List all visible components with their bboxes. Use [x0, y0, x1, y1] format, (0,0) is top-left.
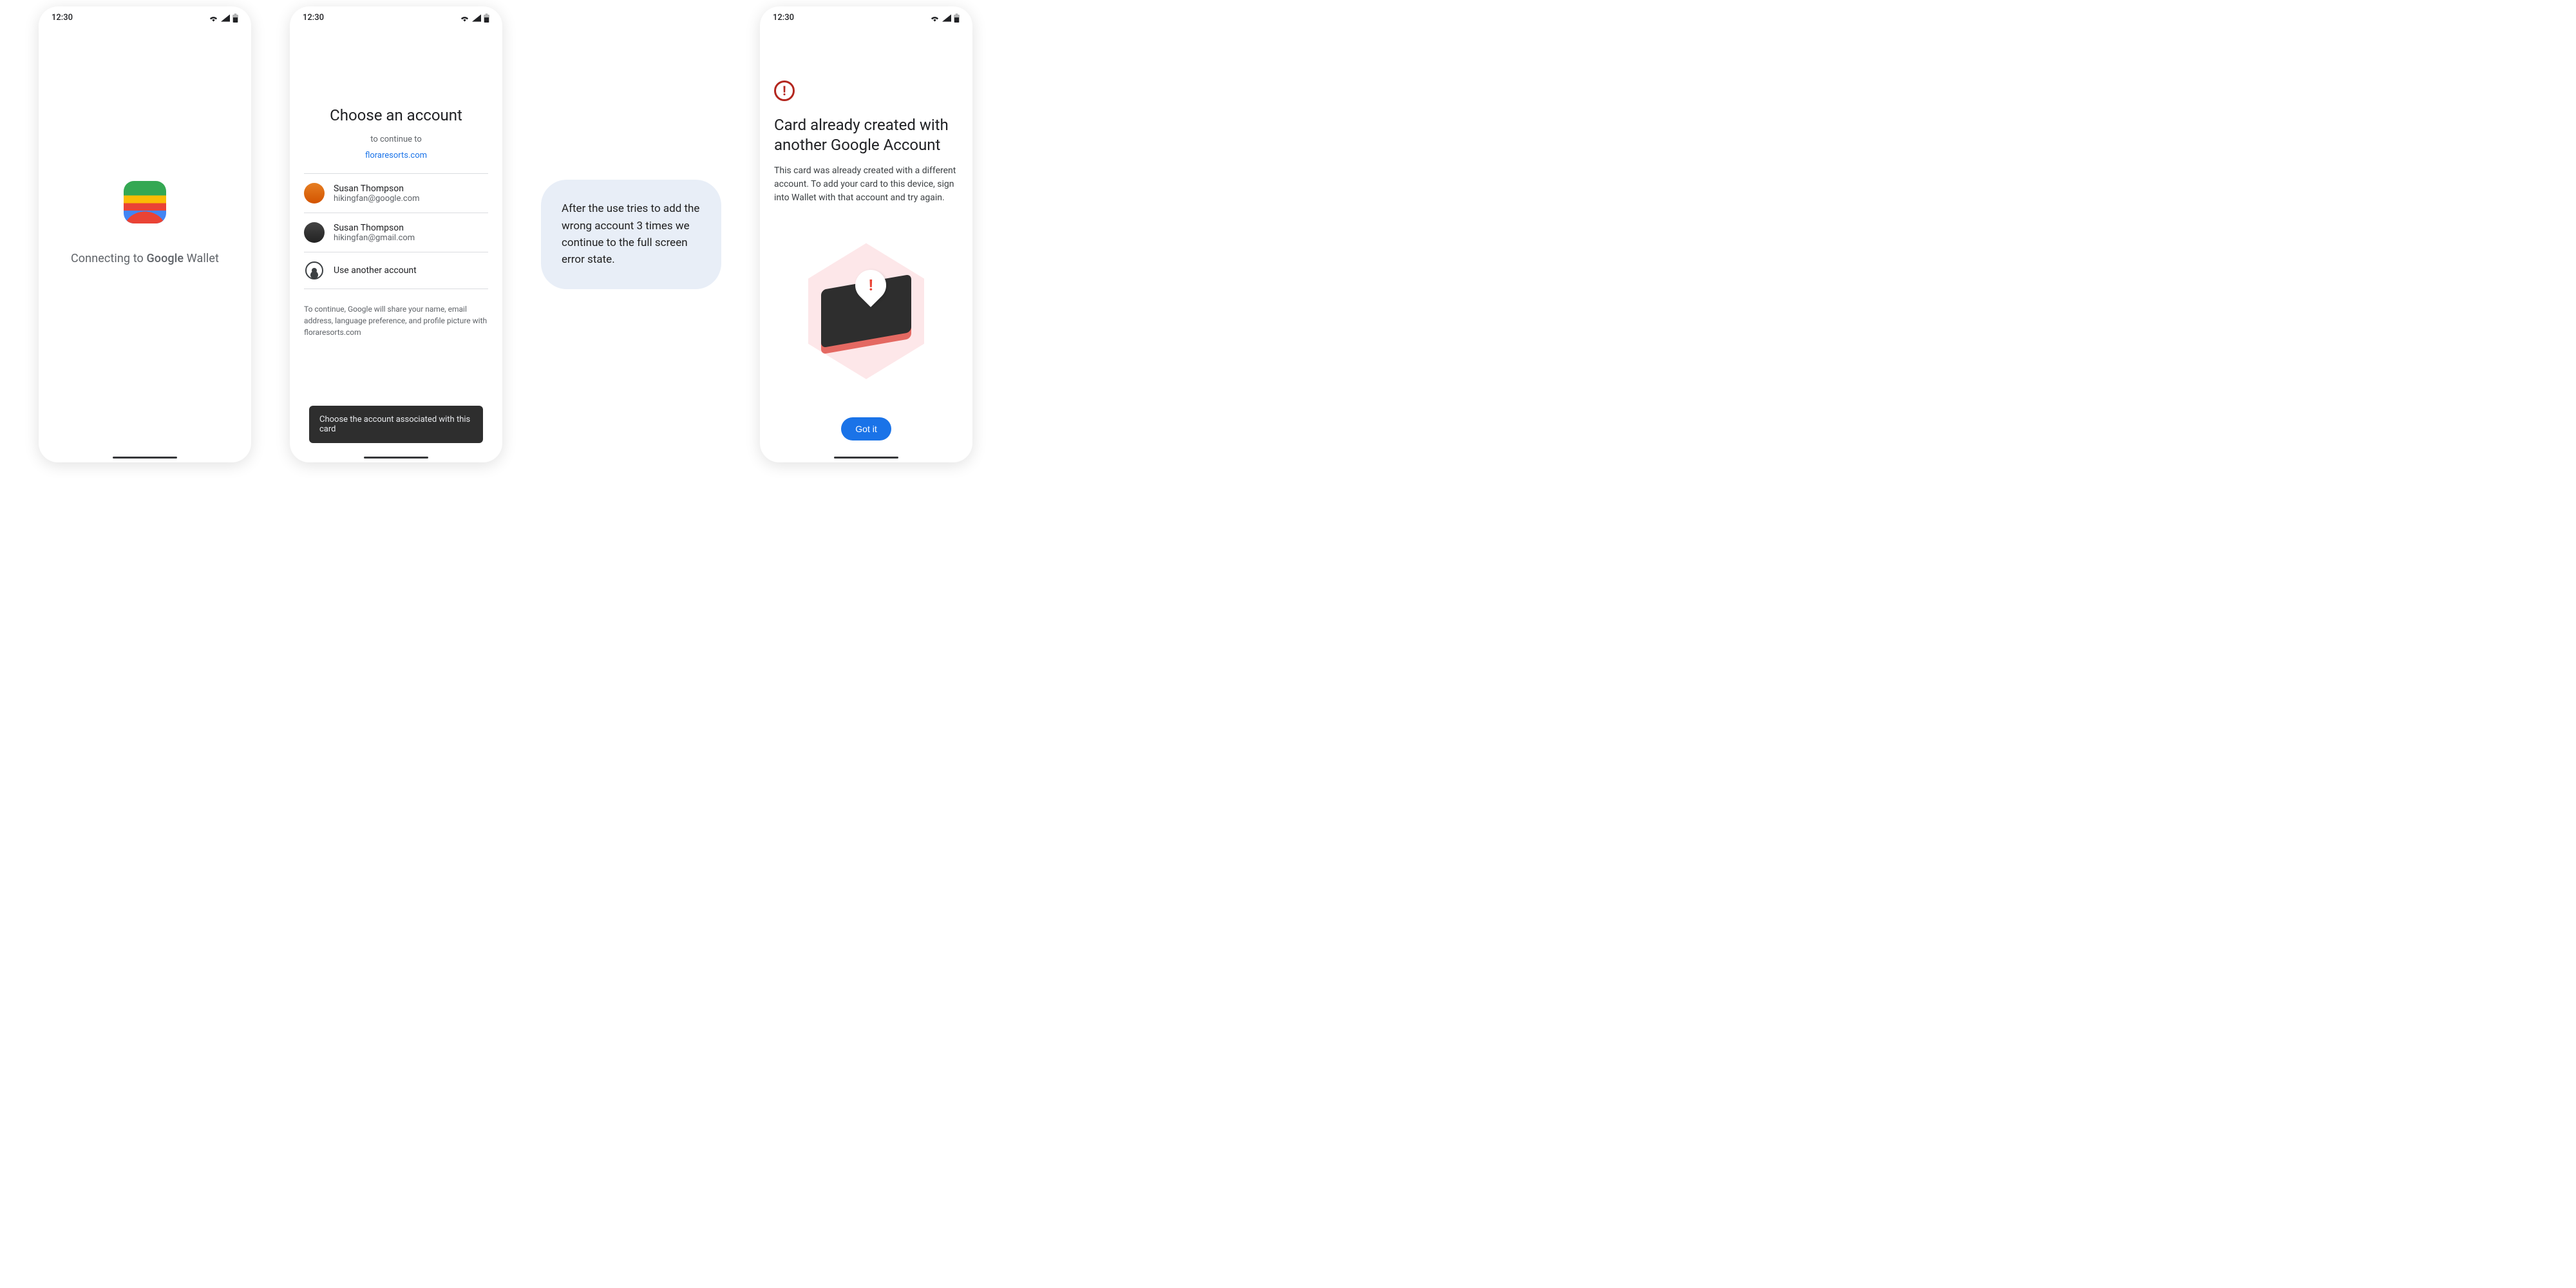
avatar — [304, 222, 325, 243]
phone-error-state: 12:30 ! Card already created with anothe… — [760, 6, 972, 462]
battery-icon — [484, 14, 489, 23]
person-icon — [305, 261, 323, 279]
home-indicator — [364, 457, 428, 459]
home-indicator — [834, 457, 898, 459]
alert-icon: ! — [774, 80, 795, 101]
google-wallet-icon — [124, 181, 166, 223]
error-title: Card already created with another Google… — [774, 115, 958, 155]
phone-choose-account: 12:30 Choose an account to continue to f… — [290, 6, 502, 462]
account-row[interactable]: Susan Thompson hikingfan@google.com — [304, 173, 488, 213]
account-name: Susan Thompson — [334, 184, 420, 194]
account-email: hikingfan@google.com — [334, 194, 420, 204]
toast-message: Choose the account associated with this … — [309, 406, 483, 443]
account-email: hikingfan@gmail.com — [334, 233, 415, 243]
wifi-icon — [930, 14, 940, 22]
account-list: Susan Thompson hikingfan@google.com Susa… — [304, 173, 488, 289]
status-icons — [460, 14, 489, 23]
phone-connecting: 12:30 Connecting to Google Wallet — [39, 6, 251, 462]
share-disclaimer: To continue, Google will share your name… — [304, 303, 488, 338]
status-icons — [930, 14, 960, 23]
error-illustration: ! — [774, 205, 958, 417]
cellular-icon — [942, 14, 951, 22]
cellular-icon — [472, 14, 481, 22]
home-indicator — [113, 457, 177, 459]
status-bar: 12:30 — [290, 6, 502, 23]
account-name: Susan Thompson — [334, 223, 415, 233]
use-another-account-label: Use another account — [334, 265, 417, 276]
battery-icon — [954, 14, 960, 23]
status-time: 12:30 — [773, 13, 794, 23]
choose-account-title: Choose an account — [304, 106, 488, 124]
connecting-text: Connecting to Google Wallet — [71, 252, 219, 265]
status-time: 12:30 — [303, 13, 324, 23]
account-row[interactable]: Susan Thompson hikingfan@gmail.com — [304, 213, 488, 252]
got-it-button[interactable]: Got it — [841, 417, 891, 440]
status-bar: 12:30 — [760, 6, 972, 23]
avatar — [304, 183, 325, 204]
flow-annotation-callout: After the use tries to add the wrong acc… — [541, 180, 721, 289]
wifi-icon — [460, 14, 469, 22]
destination-domain-link[interactable]: floraresorts.com — [304, 151, 488, 160]
choose-account-subtitle: to continue to — [304, 135, 488, 144]
use-another-account-row[interactable]: Use another account — [304, 252, 488, 289]
error-description: This card was already created with a dif… — [774, 164, 958, 205]
